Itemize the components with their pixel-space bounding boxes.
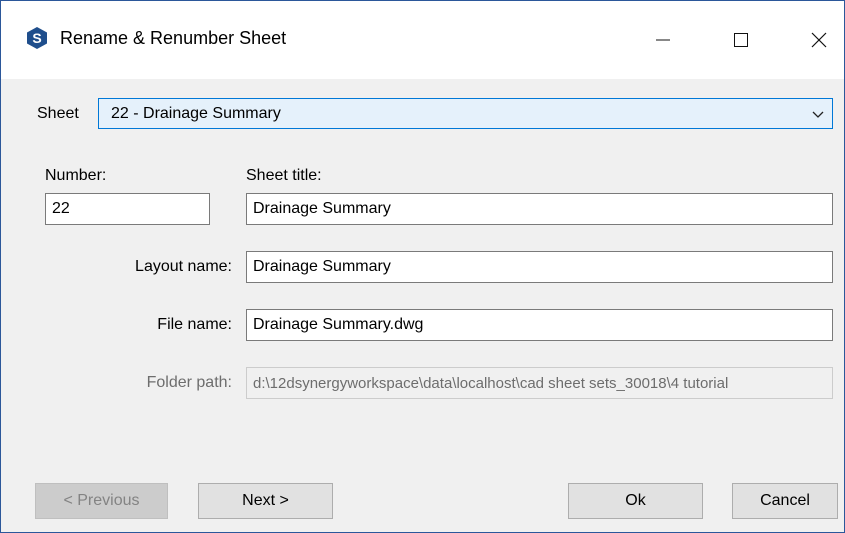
layout-name-field[interactable] <box>246 251 833 283</box>
next-button[interactable]: Next > <box>198 483 333 519</box>
file-name-field[interactable] <box>246 309 833 341</box>
file-name-label: File name: <box>157 316 232 333</box>
cancel-button[interactable]: Cancel <box>732 483 838 519</box>
sheet-dropdown[interactable]: 22 - Drainage Summary <box>98 98 833 129</box>
close-icon <box>811 32 827 48</box>
app-s-logo-icon: S <box>27 27 47 49</box>
number-label: Number: <box>45 167 107 184</box>
sheet-selected-value: 22 - Drainage Summary <box>111 105 281 122</box>
minimize-icon <box>656 39 670 41</box>
sheet-title-field[interactable] <box>246 193 833 225</box>
window-title: Rename & Renumber Sheet <box>60 28 287 48</box>
chevron-down-icon <box>810 106 826 122</box>
folder-path-label: Folder path: <box>146 374 232 391</box>
maximize-icon <box>734 33 748 47</box>
maximize-button[interactable] <box>713 9 769 71</box>
title-bar[interactable]: S Rename & Renumber Sheet <box>1 1 844 79</box>
svg-text:S: S <box>32 30 41 46</box>
rename-renumber-dialog: S Rename & Renumber Sheet Sheet 22 - Dra… <box>0 0 845 533</box>
number-field[interactable] <box>45 193 210 225</box>
sheet-title-label: Sheet title: <box>246 167 322 184</box>
previous-button: < Previous <box>35 483 168 519</box>
sheet-label: Sheet <box>37 105 79 122</box>
folder-path-field <box>246 367 833 399</box>
ok-button[interactable]: Ok <box>568 483 703 519</box>
layout-name-label: Layout name: <box>135 258 232 275</box>
minimize-button[interactable] <box>635 9 691 71</box>
close-button[interactable] <box>791 9 845 71</box>
